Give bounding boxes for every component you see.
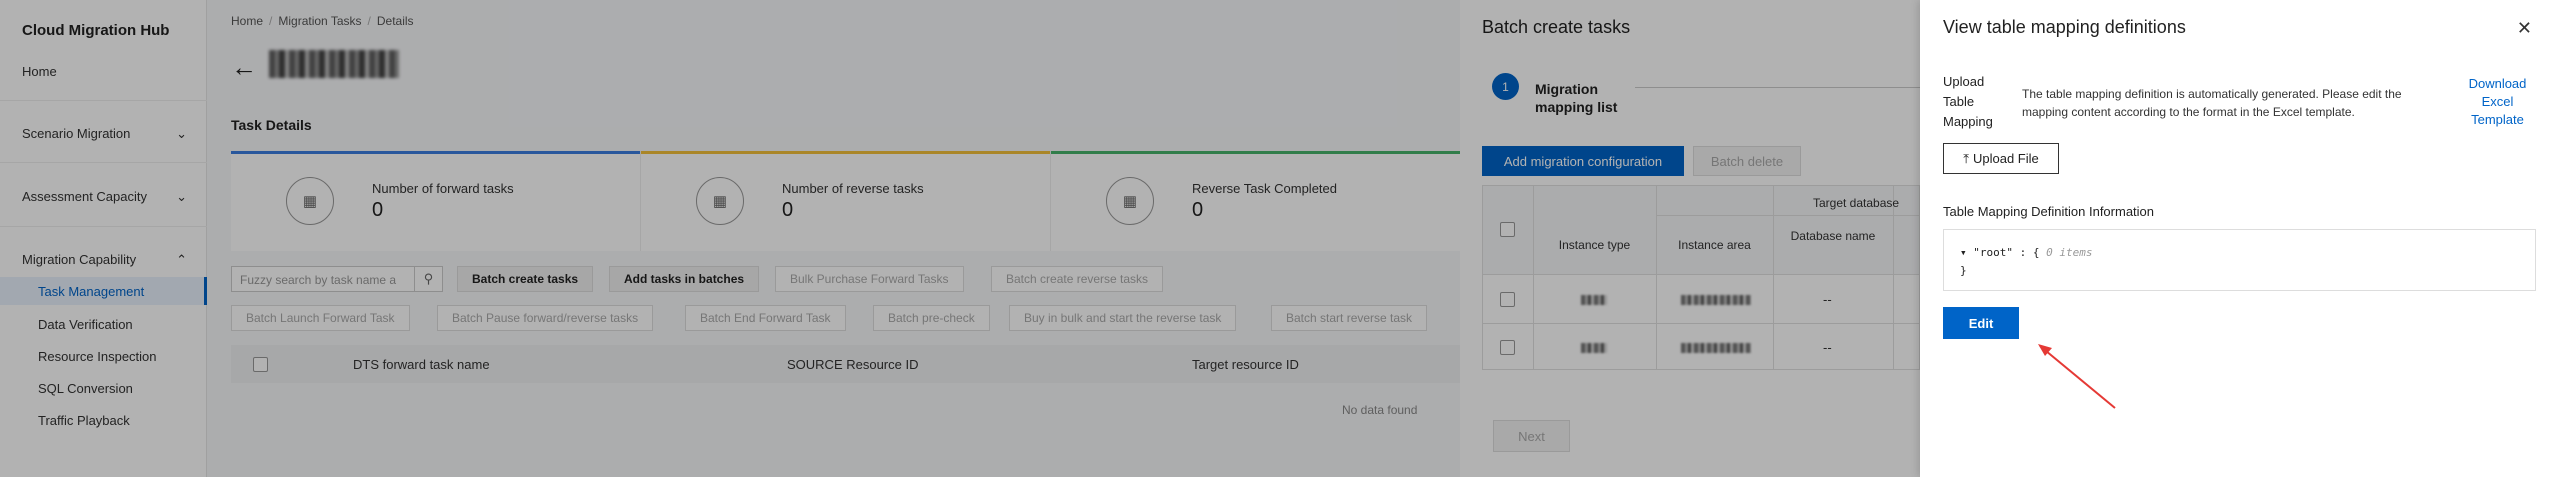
annotation-arrow-icon: [2038, 344, 2116, 409]
modal-overlay[interactable]: [0, 0, 1460, 477]
drawer-title: View table mapping definitions: [1943, 17, 2186, 37]
upload-button-label: Upload File: [1972, 151, 2039, 166]
download-template-link[interactable]: Download Excel Template: [2460, 75, 2535, 129]
collapse-toggle-icon[interactable]: ▾: [1960, 246, 1973, 259]
upload-label: Upload Table Mapping: [1943, 74, 1993, 129]
edit-button[interactable]: Edit: [1943, 307, 2019, 339]
json-items-count: 0 items: [2046, 246, 2093, 259]
mapping-info-label: Table Mapping Definition Information: [1943, 204, 2155, 219]
json-viewer[interactable]: ▾ "root" : { 0 items }: [1943, 229, 2536, 291]
upload-icon: ⤒: [1963, 150, 1969, 166]
batch-create-drawer: Batch create tasks 1 Migration mapping l…: [1460, 0, 1921, 477]
close-icon[interactable]: ✕: [2517, 18, 2532, 39]
table-mapping-drawer: View table mapping definitions ✕ Upload …: [1920, 0, 2550, 477]
json-closing-brace: }: [1960, 264, 1967, 277]
json-root-key: "root" : {: [1973, 246, 2040, 259]
upload-file-button[interactable]: ⤒ Upload File: [1943, 143, 2059, 174]
drawer-overlay[interactable]: [1460, 0, 1920, 477]
upload-description: The table mapping definition is automati…: [2022, 87, 2402, 119]
